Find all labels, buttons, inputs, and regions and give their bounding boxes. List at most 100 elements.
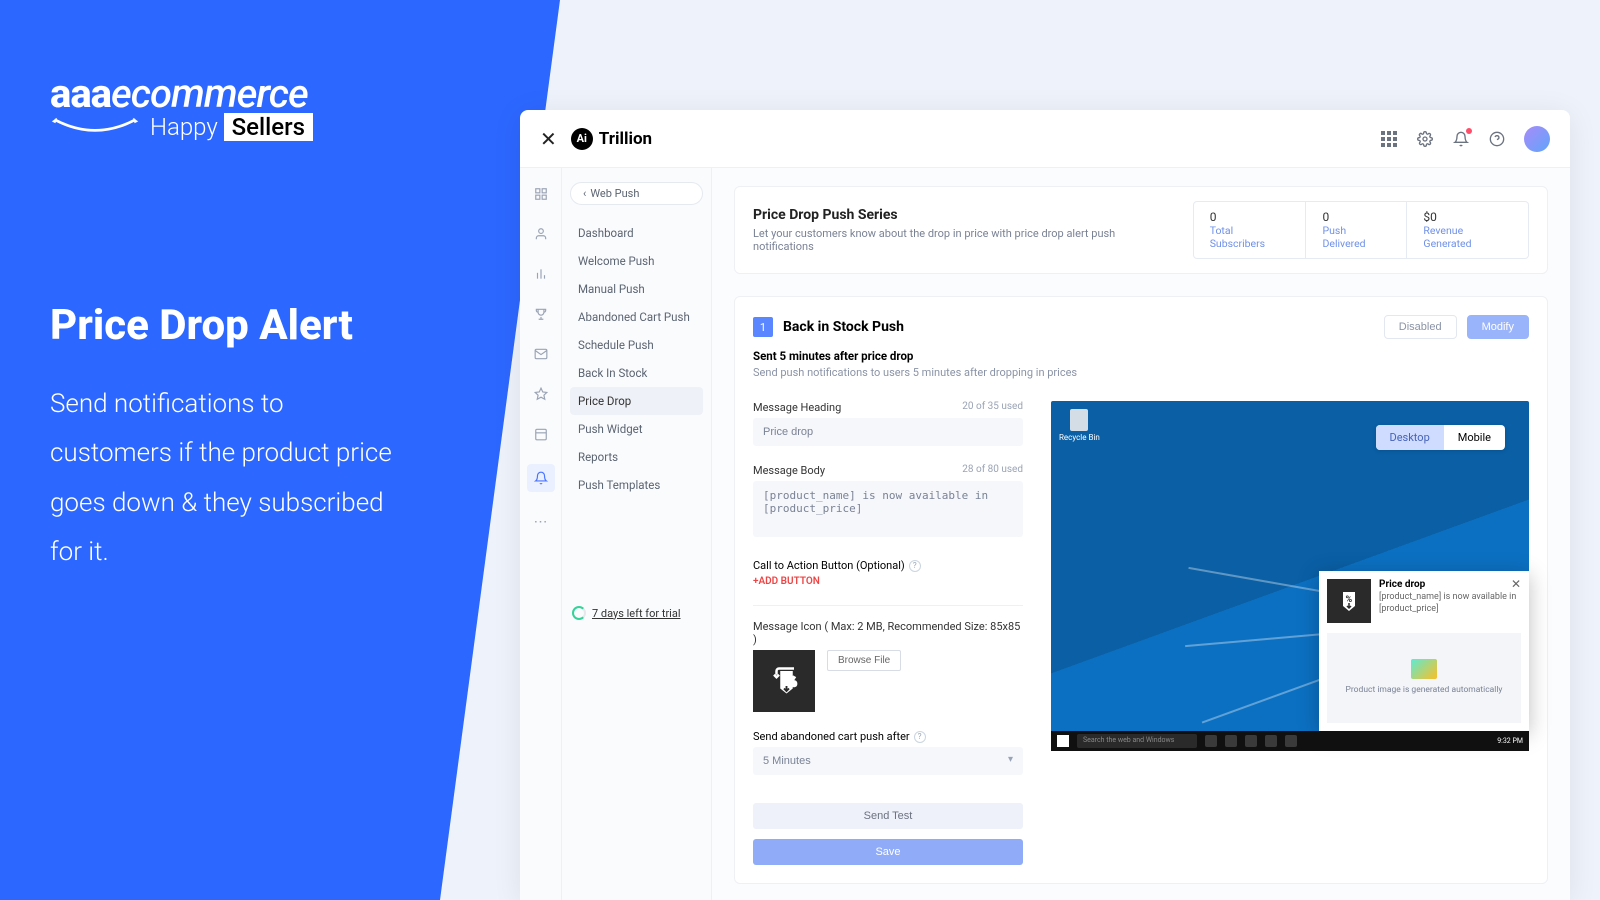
notification-preview: ✕ % Price drop [product_name] is now ava… — [1319, 571, 1529, 731]
cta-label: Call to Action Button (Optional) — [753, 559, 905, 572]
add-button[interactable]: +ADD BUTTON — [753, 576, 1023, 587]
save-button[interactable]: Save — [753, 839, 1023, 865]
logo-sellers-badge: Sellers — [224, 113, 313, 141]
subnav: ‹ Web Push DashboardWelcome PushManual Pu… — [562, 168, 712, 900]
taskbar-icon — [1245, 735, 1257, 747]
tab-mobile[interactable]: Mobile — [1444, 425, 1505, 450]
help-icon[interactable]: ? — [914, 731, 926, 743]
trial-notice[interactable]: 7 days left for trial — [572, 606, 681, 620]
gear-icon[interactable] — [1416, 130, 1434, 148]
taskbar-time: 9:32 PM — [1497, 737, 1523, 745]
sidebar-item-push-templates[interactable]: Push Templates — [570, 471, 703, 499]
notif-img-text: Product image is generated automatically — [1346, 685, 1503, 696]
notif-image-placeholder: Product image is generated automatically — [1327, 633, 1521, 723]
body-input[interactable] — [753, 481, 1023, 537]
brand-name: Trillion — [599, 129, 652, 149]
brand-badge: Ai — [571, 128, 593, 150]
sidebar-item-abandoned-cart-push[interactable]: Abandoned Cart Push — [570, 303, 703, 331]
content: Price Drop Push Series Let your customer… — [712, 168, 1570, 900]
help-icon[interactable] — [1488, 130, 1506, 148]
brand: Ai Trillion — [571, 128, 652, 150]
promo-body: Send notifications to customers if the p… — [50, 380, 410, 578]
rail-bell-icon[interactable] — [527, 464, 555, 492]
notif-title: Price drop — [1379, 579, 1521, 590]
logo-happy: Happy — [150, 113, 224, 141]
delay-select[interactable] — [753, 747, 1023, 775]
modify-button[interactable]: Modify — [1467, 315, 1529, 339]
disabled-button[interactable]: Disabled — [1384, 315, 1457, 339]
rail-analytics-icon[interactable] — [531, 264, 551, 284]
taskbar-icon — [1265, 735, 1277, 747]
sidebar-item-schedule-push[interactable]: Schedule Push — [570, 331, 703, 359]
icon-preview: %% — [753, 650, 815, 712]
bell-icon[interactable] — [1452, 130, 1470, 148]
sidebar-item-price-drop[interactable]: Price Drop — [570, 387, 703, 415]
close-icon[interactable]: ✕ — [540, 127, 557, 151]
back-label: Web Push — [590, 187, 639, 200]
rail-calendar-icon[interactable] — [531, 424, 551, 444]
promo-title: Price Drop Alert — [50, 301, 510, 350]
smile-icon: Happy Sellers — [50, 109, 510, 141]
trial-text: 7 days left for trial — [592, 607, 681, 620]
taskbar: Search the web and Windows 9:32 PM — [1051, 731, 1529, 751]
promo-panel: aaaecommerce Happy Sellers Price Drop Al… — [0, 0, 560, 900]
stat-card: $0Revenue Generated — [1407, 201, 1529, 259]
editor-card: 1 Back in Stock Push Disabled Modify Sen… — [734, 296, 1548, 884]
sidebar-item-push-widget[interactable]: Push Widget — [570, 415, 703, 443]
taskbar-icon — [1225, 735, 1237, 747]
desktop-preview: Recycle Bin Desktop Mobile — [1051, 401, 1529, 751]
app-window: ✕ Ai Trillion ⋯ ‹Web Push DashboardWel — [520, 110, 1570, 900]
notif-icon: % — [1327, 579, 1371, 623]
help-icon[interactable]: ? — [909, 560, 921, 572]
rail-dashboard-icon[interactable] — [531, 184, 551, 204]
tab-desktop[interactable]: Desktop — [1376, 425, 1444, 450]
apps-grid-icon[interactable] — [1380, 130, 1398, 148]
notif-body: [product_name] is now available in [prod… — [1379, 592, 1521, 615]
send-test-button[interactable]: Send Test — [753, 803, 1023, 829]
heading-input[interactable] — [753, 418, 1023, 446]
chevron-left-icon: ‹ — [583, 187, 586, 200]
windows-icon — [1057, 735, 1069, 747]
promo-logo: aaaecommerce Happy Sellers — [50, 70, 510, 141]
sidebar-item-back-in-stock[interactable]: Back In Stock — [570, 359, 703, 387]
logo-ecommerce: ecommerce — [111, 70, 308, 117]
logo-aaa: aaa — [50, 70, 111, 117]
sidebar-item-manual-push[interactable]: Manual Push — [570, 275, 703, 303]
body-label: Message Body — [753, 464, 825, 477]
taskbar-icon — [1205, 735, 1217, 747]
delay-label: Send abandoned cart push after — [753, 730, 910, 743]
rail-mail-icon[interactable] — [531, 344, 551, 364]
avatar[interactable] — [1524, 126, 1550, 152]
rail-trophy-icon[interactable] — [531, 304, 551, 324]
step-number: 1 — [753, 317, 773, 337]
recycle-bin-icon: Recycle Bin — [1059, 409, 1100, 442]
rail-star-icon[interactable] — [531, 384, 551, 404]
taskbar-search: Search the web and Windows — [1077, 734, 1197, 748]
preview-column: Recycle Bin Desktop Mobile — [1051, 401, 1529, 865]
trial-ring-icon — [572, 606, 586, 620]
header-card: Price Drop Push Series Let your customer… — [734, 186, 1548, 274]
browse-button[interactable]: Browse File — [827, 650, 901, 671]
view-toggle: Desktop Mobile — [1376, 425, 1506, 450]
svg-text:%: % — [783, 675, 791, 688]
heading-label: Message Heading — [753, 401, 841, 414]
form-column: Message Heading 20 of 35 used Message Bod… — [753, 401, 1023, 865]
heading-counter: 20 of 35 used — [962, 401, 1023, 414]
taskbar-icon — [1285, 735, 1297, 747]
editor-sub2: Send push notifications to users 5 minut… — [753, 366, 1529, 379]
editor-sub1: Sent 5 minutes after price drop — [753, 349, 1529, 363]
rail-more-icon[interactable]: ⋯ — [531, 512, 551, 532]
icon-label: Message Icon ( Max: 2 MB, Recommended Si… — [753, 620, 1023, 646]
image-placeholder-icon — [1411, 659, 1437, 679]
page-subtitle: Let your customers know about the drop i… — [753, 227, 1173, 253]
notif-close-icon[interactable]: ✕ — [1511, 577, 1521, 591]
back-button[interactable]: ‹ Web Push — [570, 182, 703, 205]
page-title: Price Drop Push Series — [753, 207, 1173, 223]
sidebar-item-welcome-push[interactable]: Welcome Push — [570, 247, 703, 275]
sidebar-item-dashboard[interactable]: Dashboard — [570, 219, 703, 247]
sidebar-item-reports[interactable]: Reports — [570, 443, 703, 471]
editor-title: Back in Stock Push — [783, 319, 904, 335]
body-counter: 28 of 80 used — [962, 464, 1023, 477]
rail-user-icon[interactable] — [531, 224, 551, 244]
stat-card: 0Push Delivered — [1306, 201, 1407, 259]
